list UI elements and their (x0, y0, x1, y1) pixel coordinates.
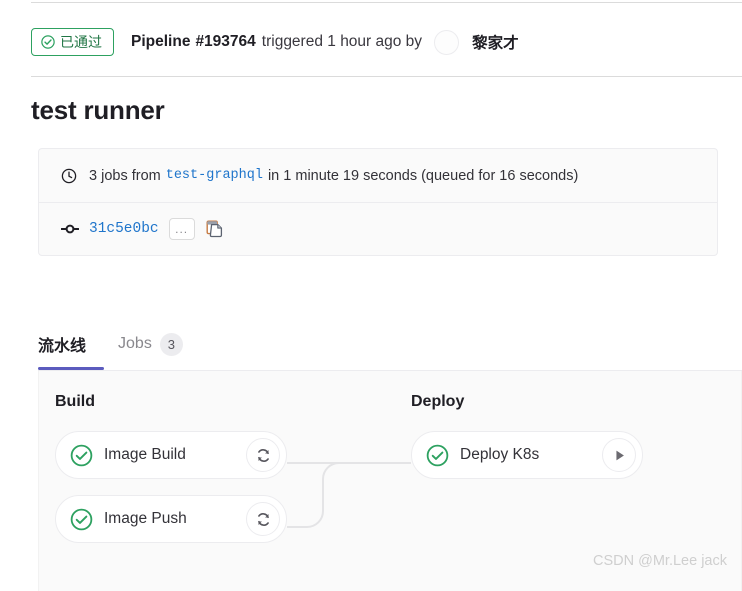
status-badge-label: 已通过 (60, 34, 102, 50)
tab-pipeline-label: 流水线 (38, 338, 87, 355)
header-divider (31, 76, 742, 77)
job-image-push-label: Image Push (104, 510, 187, 527)
copy-icon[interactable] (205, 219, 225, 239)
check-circle-icon (70, 508, 93, 531)
pipeline-graph: Build Image Build Image Push Deploy Depl… (38, 371, 742, 591)
commit-sha-link[interactable]: 31c5e0bc (89, 221, 159, 237)
retry-icon[interactable] (246, 438, 280, 472)
job-image-build-label: Image Build (104, 446, 186, 463)
pipeline-ref-link[interactable]: test-graphql (166, 168, 263, 183)
stage-deploy: Deploy Deploy K8s (411, 393, 643, 495)
page-title: test runner (31, 95, 165, 125)
pipeline-commit-row: 31c5e0bc ... (39, 202, 717, 255)
pipeline-author[interactable]: 黎家才 (472, 31, 519, 53)
stage-deploy-title: Deploy (411, 393, 465, 410)
watermark: CSDN @Mr.Lee jack (593, 553, 727, 569)
pipeline-label: Pipeline (131, 33, 191, 50)
pipeline-header-text: Pipeline #193764 triggered 1 hour ago by… (131, 29, 519, 55)
top-divider (31, 2, 742, 3)
retry-icon[interactable] (246, 502, 280, 536)
duration-prefix: 3 jobs from (89, 167, 161, 184)
tab-pipeline[interactable]: 流水线 (38, 318, 105, 370)
duration-suffix: in 1 minute 19 seconds (queued for 16 se… (267, 167, 579, 184)
check-circle-icon (426, 444, 449, 467)
job-deploy-k8s[interactable]: Deploy K8s (411, 431, 643, 479)
job-deploy-k8s-label: Deploy K8s (460, 446, 540, 463)
pipeline-triggered-text: triggered 1 hour ago by (261, 33, 423, 50)
job-image-push[interactable]: Image Push (55, 495, 287, 543)
clock-icon (61, 168, 77, 184)
check-circle-icon (70, 444, 93, 467)
tab-jobs[interactable]: Jobs 3 (104, 318, 197, 370)
play-icon[interactable] (602, 438, 636, 472)
stage-build: Build Image Build Image Push (55, 393, 287, 559)
tab-jobs-badge: 3 (159, 332, 183, 356)
check-circle-icon (41, 35, 55, 49)
commit-icon (60, 221, 80, 237)
pipeline-duration-row: 3 jobs from test-graphql in 1 minute 19 … (39, 149, 717, 202)
status-badge[interactable]: 已通过 (31, 28, 114, 56)
pipeline-number: #193764 (195, 33, 256, 50)
pipeline-info-card: 3 jobs from test-graphql in 1 minute 19 … (38, 148, 718, 256)
commit-expand-button[interactable]: ... (168, 218, 195, 240)
pipeline-header: 已通过 Pipeline #193764 triggered 1 hour ag… (31, 16, 742, 68)
user-avatar-icon[interactable] (434, 29, 460, 55)
tab-jobs-label: Jobs (118, 335, 152, 352)
pipeline-tabs: 流水线 Jobs 3 (38, 318, 742, 370)
stage-build-title: Build (55, 393, 95, 410)
job-image-build[interactable]: Image Build (55, 431, 287, 479)
